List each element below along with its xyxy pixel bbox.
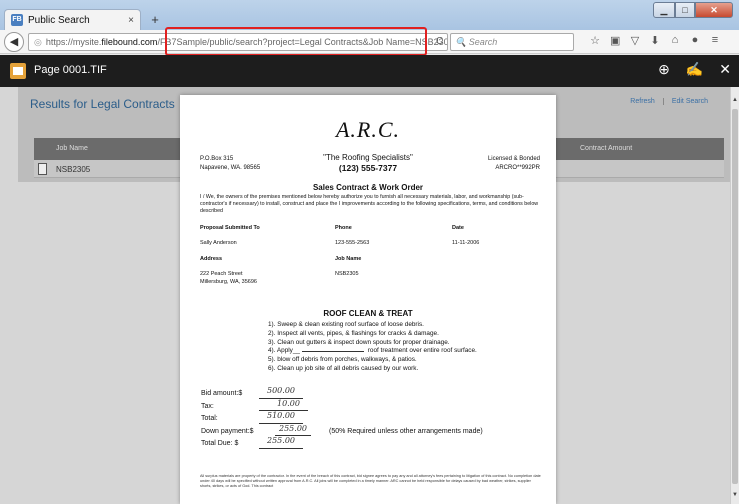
down-label: Down payment:$ bbox=[201, 427, 254, 435]
image-file-icon bbox=[10, 63, 26, 79]
step-4-start: 4). Apply__ bbox=[268, 347, 300, 355]
proposal-date: 11-11-2006 bbox=[452, 240, 480, 246]
zoom-icon[interactable]: ⊕ bbox=[658, 61, 670, 78]
browser-tab-bar: FB Public Search × + ▁ □ ✕ bbox=[0, 0, 739, 30]
total-label: Total: bbox=[201, 415, 218, 422]
company-logo: A.R.C. bbox=[335, 117, 401, 142]
url-highlight-box bbox=[165, 27, 427, 56]
viewer-tools: ⊕ ✍ ✕ bbox=[658, 61, 731, 78]
url-host: filebound.com bbox=[101, 37, 158, 47]
new-tab-button[interactable]: + bbox=[146, 12, 164, 28]
bid-row: Bid amount:$ 500.00 bbox=[201, 386, 303, 401]
label-date: Date bbox=[452, 225, 464, 231]
work-steps: 1). Sweep & clean existing roof surface … bbox=[268, 321, 477, 374]
column-header-job-name[interactable]: Job Name bbox=[56, 145, 88, 152]
search-input[interactable]: 🔍 Search bbox=[450, 33, 574, 51]
column-header-contract-amount[interactable]: Contract Amount bbox=[580, 145, 632, 152]
customer-phone: 123-555-2563 bbox=[335, 240, 370, 246]
tax-label: Tax: bbox=[201, 402, 214, 410]
label-job-name: Job Name bbox=[335, 256, 362, 262]
step-5: 5). blow off debris from porches, walkwa… bbox=[268, 356, 417, 364]
signature-icon[interactable]: ✍ bbox=[686, 61, 703, 78]
link-divider bbox=[662, 98, 664, 105]
edit-search-link[interactable]: Edit Search bbox=[672, 98, 708, 105]
viewer-title: Page 0001.TIF bbox=[34, 64, 107, 76]
step-6: 6). Clean up job site of all debris caus… bbox=[268, 364, 419, 372]
label-proposal-to: Proposal Submitted To bbox=[200, 225, 260, 231]
close-viewer-icon[interactable]: ✕ bbox=[719, 61, 731, 78]
city-row: Millersburg, WA, 35696 bbox=[200, 279, 540, 291]
reload-icon[interactable]: C bbox=[436, 36, 443, 47]
chat-icon[interactable]: ● bbox=[690, 34, 700, 47]
tax-row: Tax: 10.00 bbox=[201, 399, 308, 414]
due-label: Total Due: $ bbox=[201, 440, 239, 447]
document-viewer-header: Page 0001.TIF ⊕ ✍ ✕ bbox=[0, 55, 739, 87]
window-controls: ▁ □ ✕ bbox=[653, 2, 733, 18]
bid-value: 500.00 bbox=[259, 385, 303, 399]
job-name-value: NSB2305 bbox=[335, 271, 359, 277]
contract-intro: I / We, the owners of the premises menti… bbox=[200, 194, 539, 214]
maximize-button[interactable]: □ bbox=[675, 2, 695, 18]
browser-tab[interactable]: FB Public Search × bbox=[4, 9, 141, 30]
step-3: 3). Clean out gutters & inspect down spo… bbox=[268, 338, 450, 346]
down-note: (50% Required unless other arrangements … bbox=[329, 427, 483, 435]
field-labels-row: Proposal Submitted To Phone Date bbox=[200, 225, 540, 237]
menu-icon[interactable]: ≡ bbox=[710, 34, 720, 47]
license-info: Licensed & Bonded ARCRO**992PR bbox=[488, 155, 540, 173]
total-row: Total: 510.00 bbox=[201, 411, 303, 426]
home-icon[interactable]: ⌂ bbox=[670, 34, 680, 47]
reading-list-icon[interactable]: ▣ bbox=[610, 34, 620, 47]
work-title: ROOF CLEAN & TREAT bbox=[323, 309, 413, 318]
customer-street: 222 Peach Street bbox=[200, 271, 243, 277]
job-name-cell: NSB2305 bbox=[56, 165, 91, 174]
customer-name: Sally Anderson bbox=[200, 240, 237, 246]
tab-title: Public Search bbox=[28, 14, 90, 26]
document-icon[interactable] bbox=[38, 163, 47, 175]
label-address: Address bbox=[200, 256, 223, 262]
vertical-scrollbar[interactable]: ▲ ▼ bbox=[730, 87, 739, 504]
step-2: 2). Inspect all vents, pipes, & flashing… bbox=[268, 329, 439, 337]
results-actions: Refresh Edit Search bbox=[630, 98, 708, 105]
bookmark-star-icon[interactable]: ☆ bbox=[590, 34, 600, 47]
refresh-link[interactable]: Refresh bbox=[630, 98, 655, 105]
license-line-2: ARCRO**992PR bbox=[495, 165, 540, 171]
download-icon[interactable]: ⬇ bbox=[650, 34, 660, 47]
total-due-row: Total Due: $ 255.00 bbox=[201, 436, 303, 451]
payment-block: Bid amount:$ 500.00 Tax: 10.00 Total: 51… bbox=[201, 386, 483, 451]
results-title: Results for Legal Contracts bbox=[30, 97, 175, 111]
customer-city: Millersburg, WA, 35696 bbox=[200, 279, 257, 285]
scroll-up-arrow-icon[interactable]: ▲ bbox=[731, 95, 739, 105]
back-button[interactable]: ◀ bbox=[4, 32, 24, 52]
tax-value: 10.00 bbox=[259, 398, 308, 411]
down-payment-row: Down payment:$ 255.00 (50% Required unle… bbox=[201, 424, 483, 439]
label-phone: Phone bbox=[335, 225, 352, 231]
address-labels-row: Address Job Name bbox=[200, 256, 540, 268]
step-4-end: roof treatment over entire roof surface. bbox=[367, 347, 477, 355]
minimize-button[interactable]: ▁ bbox=[653, 2, 675, 18]
contract-title: Sales Contract & Work Order bbox=[312, 183, 424, 192]
total-value: 510.00 bbox=[259, 410, 303, 424]
license-line-1: Licensed & Bonded bbox=[487, 156, 540, 162]
globe-icon: ◎ bbox=[34, 36, 42, 47]
due-value: 255.00 bbox=[259, 435, 303, 449]
step-1: 1). Sweep & clean existing roof surface … bbox=[268, 321, 424, 328]
down-value: 255.00 bbox=[275, 423, 311, 436]
step-4: 4). Apply__ roof treatment over entire r… bbox=[268, 347, 477, 356]
blank-line bbox=[301, 347, 364, 353]
field-values-row: Sally Anderson 123-555-2563 11-11-2006 bbox=[200, 240, 540, 252]
scroll-down-arrow-icon[interactable]: ▼ bbox=[731, 490, 739, 500]
url-prefix: https://mysite. bbox=[45, 37, 102, 47]
contract-document-page: A.R.C. P.O.Box 315 Napavene, WA. 98565 "… bbox=[180, 95, 556, 504]
search-icon: 🔍 bbox=[455, 37, 469, 47]
scroll-thumb[interactable] bbox=[732, 109, 738, 484]
favicon-icon: FB bbox=[11, 14, 23, 26]
search-placeholder: Search bbox=[468, 37, 498, 47]
window-close-button[interactable]: ✕ bbox=[695, 2, 733, 18]
pocket-icon[interactable]: ▽ bbox=[630, 34, 640, 47]
contract-fine-print: All surplus materials are property of th… bbox=[200, 474, 541, 488]
toolbar-icons: ☆ ▣ ▽ ⬇ ⌂ ● ≡ bbox=[590, 34, 720, 47]
tab-close-icon[interactable]: × bbox=[128, 15, 134, 26]
bid-label: Bid amount:$ bbox=[201, 390, 243, 397]
